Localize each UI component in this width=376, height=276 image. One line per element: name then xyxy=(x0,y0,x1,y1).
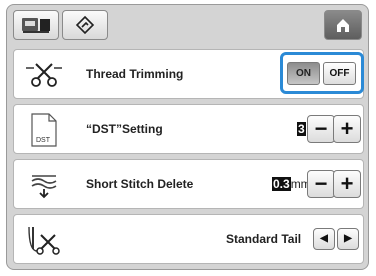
thread-trimming-toggle: ON OFF xyxy=(280,52,364,94)
tail-setting-label: Standard Tail xyxy=(226,232,302,246)
tail-right-button[interactable]: ▶ xyxy=(337,228,359,250)
home-icon xyxy=(337,19,349,32)
dst-file-icon-caption: DST xyxy=(36,137,50,144)
dst-plus-button[interactable]: + xyxy=(333,115,361,143)
machine-mode-button[interactable] xyxy=(13,10,59,40)
thread-trimming-off-button[interactable]: OFF xyxy=(323,62,356,85)
thread-trimming-on-button[interactable]: ON xyxy=(287,62,320,85)
machine-embroidery-icon xyxy=(22,18,50,33)
dst-setting-value: 3 xyxy=(297,122,306,136)
tail-row: Standard Tail ◀ ▶ xyxy=(13,214,364,264)
tail-left-button[interactable]: ◀ xyxy=(313,228,335,250)
short-stitch-plus-button[interactable]: + xyxy=(333,170,361,198)
dst-setting-label: “DST”Setting xyxy=(86,122,163,136)
ornament-settings-icon xyxy=(75,15,95,35)
short-stitch-value: 0.3mm xyxy=(272,177,311,191)
ornament-settings-button[interactable] xyxy=(62,10,108,40)
dst-setting-row: DST “DST”Setting 3 − + xyxy=(13,104,364,154)
home-button[interactable] xyxy=(324,10,362,40)
dst-file-icon: DST xyxy=(22,113,66,147)
dst-minus-button[interactable]: − xyxy=(307,115,335,143)
short-stitch-minus-button[interactable]: − xyxy=(307,170,335,198)
thread-trimming-label: Thread Trimming xyxy=(86,67,184,81)
top-bar xyxy=(13,10,364,43)
settings-panel: Thread Trimming ON OFF DST “DST”Setting … xyxy=(6,4,369,270)
stitch-wave-icon xyxy=(22,168,66,202)
needle-scissors-icon xyxy=(22,223,66,257)
short-stitch-delete-label: Short Stitch Delete xyxy=(86,177,194,191)
short-stitch-delete-row: Short Stitch Delete 0.3mm − + xyxy=(13,159,364,209)
thread-trimming-row: Thread Trimming ON OFF xyxy=(13,49,364,99)
scissors-trim-icon xyxy=(22,58,66,92)
